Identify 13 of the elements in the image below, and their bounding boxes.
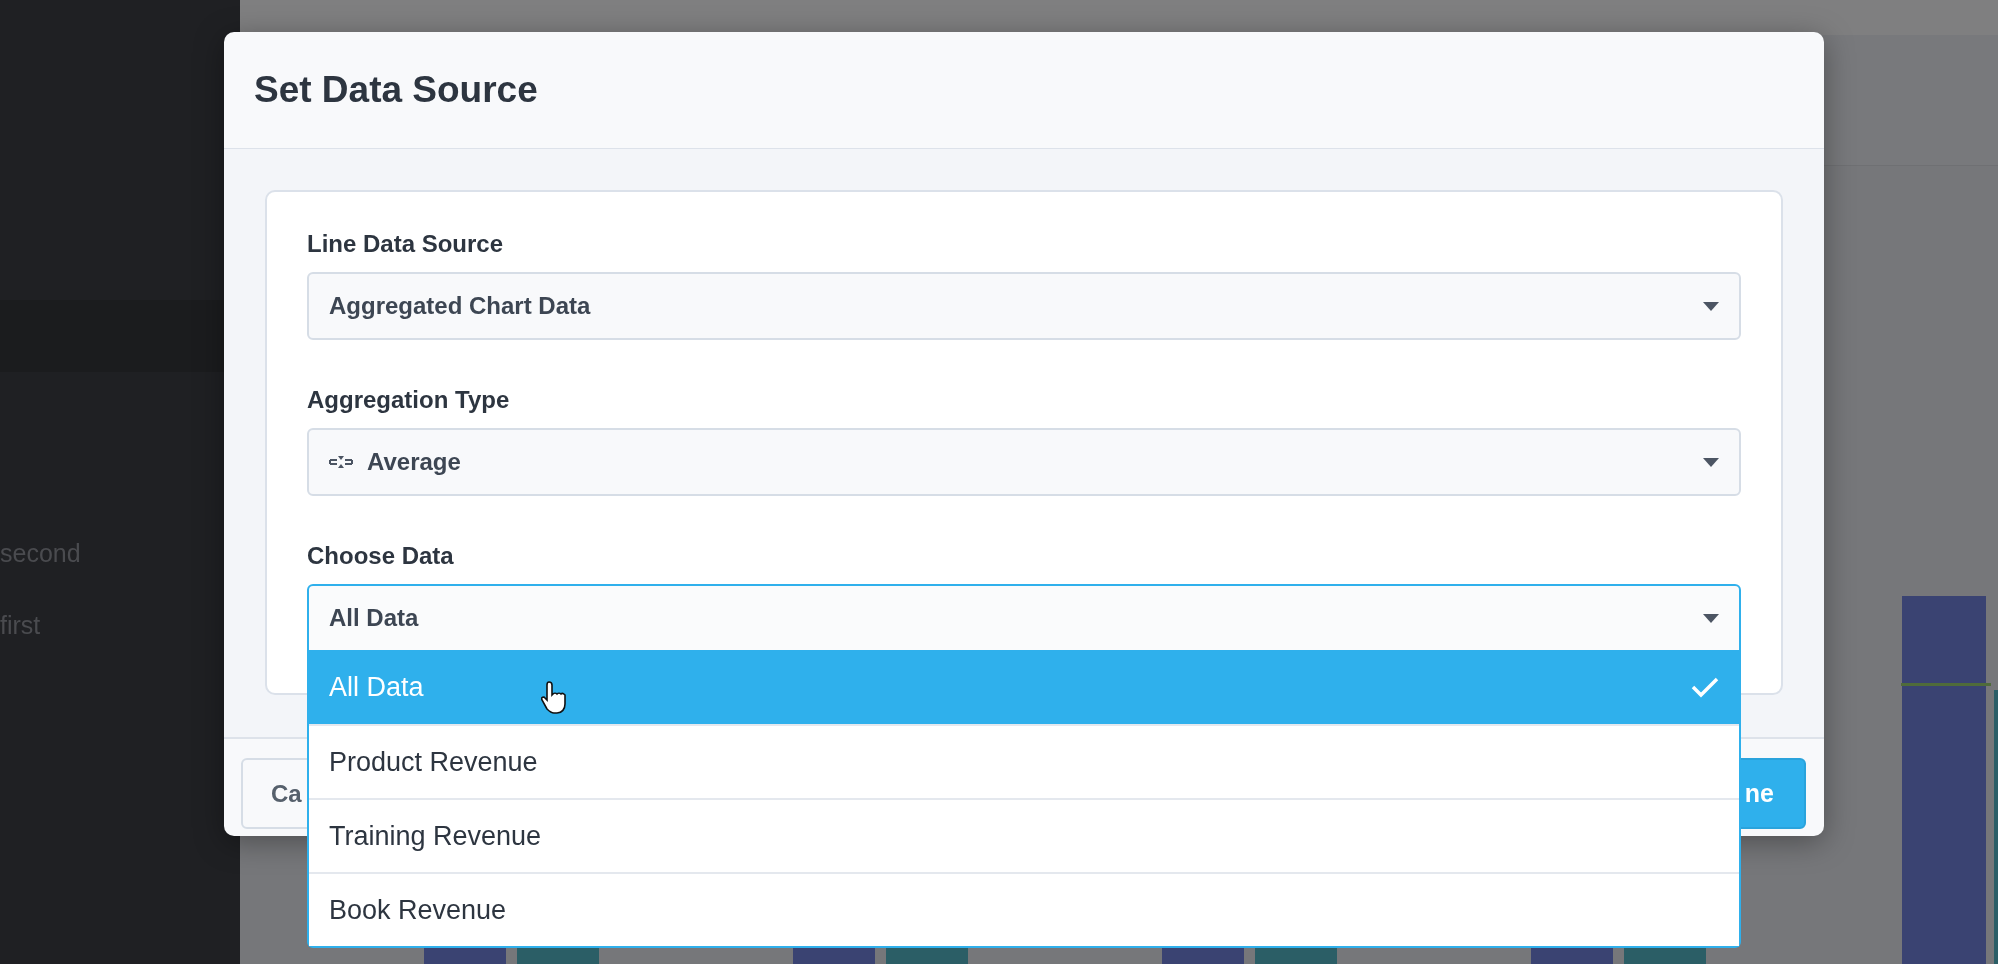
field-label: Choose Data <box>307 542 455 570</box>
caret-icon <box>1703 613 1719 623</box>
caret-icon <box>1703 457 1719 467</box>
checkmark-icon <box>1691 676 1719 698</box>
field-label: Line Data Source <box>307 230 505 258</box>
caret-icon <box>1703 301 1719 311</box>
dropdown-option[interactable]: Book Revenue <box>309 872 1739 946</box>
dialog-title: Set Data Source <box>254 69 538 111</box>
merge-arrows-icon <box>329 455 353 469</box>
field-label: Aggregation Type <box>307 386 511 414</box>
dropdown-field[interactable]: All Data <box>307 584 1741 652</box>
dropdown-field[interactable]: Average <box>307 428 1741 496</box>
dropdown-field[interactable]: Aggregated Chart Data <box>307 272 1741 340</box>
